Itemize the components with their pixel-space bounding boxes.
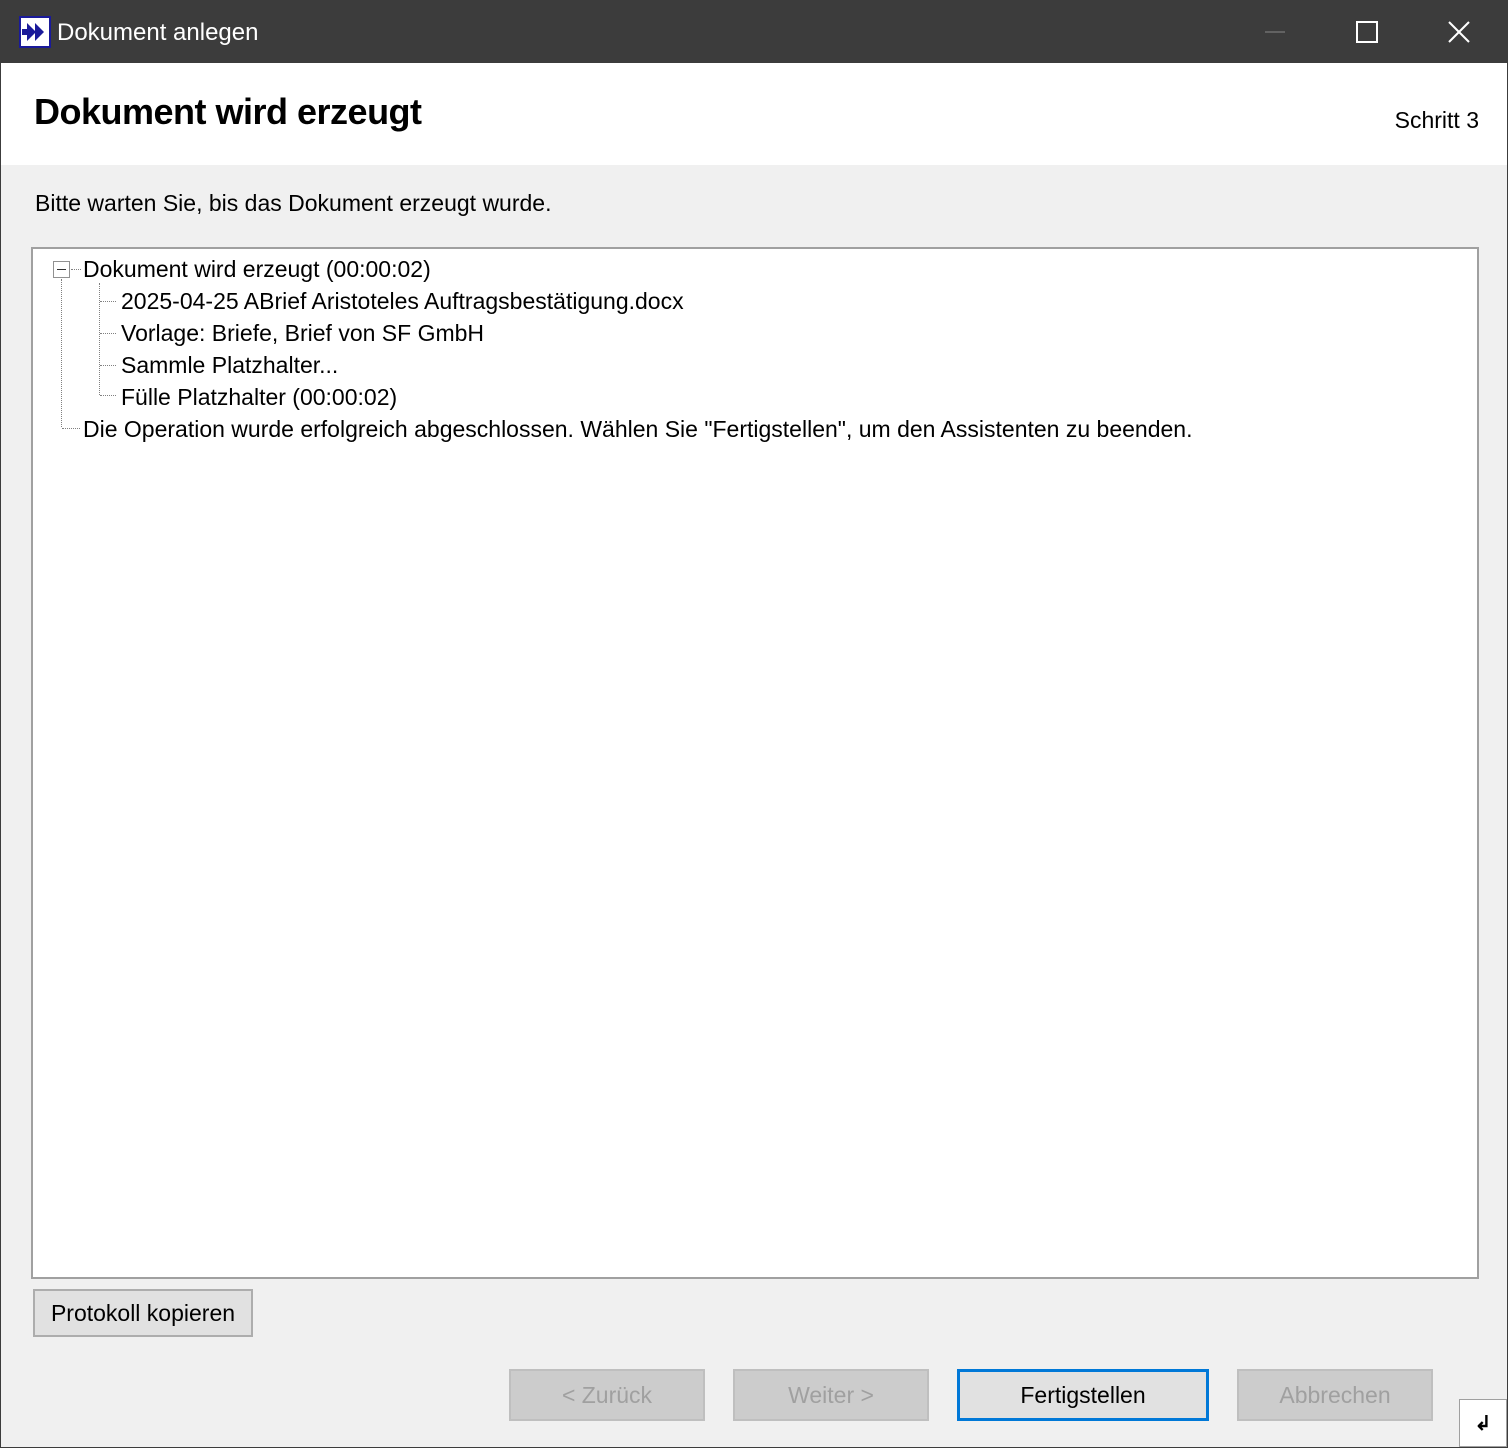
tree-connector — [100, 365, 116, 366]
tree-connector — [71, 269, 81, 270]
tree-node-child[interactable]: Fülle Platzhalter (00:00:02) — [121, 383, 397, 411]
double-arrow-right-icon — [19, 16, 51, 48]
close-icon[interactable] — [1413, 1, 1505, 63]
tree-node-child[interactable]: Sammle Platzhalter... — [121, 351, 338, 379]
next-button[interactable]: Weiter > — [733, 1369, 929, 1421]
tree-node-final-message[interactable]: Die Operation wurde erfolgreich abgeschl… — [83, 415, 1192, 443]
collapse-icon[interactable] — [53, 261, 70, 278]
tree-connector — [62, 428, 80, 429]
cancel-button[interactable]: Abbrechen — [1237, 1369, 1433, 1421]
tree-connector — [100, 333, 116, 334]
step-indicator: Schritt 3 — [1394, 107, 1479, 133]
log-tree[interactable]: Dokument wird erzeugt (00:00:02) 2025-04… — [31, 247, 1479, 1279]
tree-connector — [100, 395, 116, 396]
resize-grip-icon[interactable]: ↲ — [1459, 1399, 1507, 1447]
wizard-header: Dokument wird erzeugt Schritt 3 — [1, 63, 1507, 165]
page-title: Dokument wird erzeugt — [34, 91, 422, 132]
minimize-icon[interactable] — [1229, 1, 1321, 63]
wizard-window: Dokument anlegen Dokument wird erzeugt S… — [0, 0, 1508, 1448]
instruction-text: Bitte warten Sie, bis das Dokument erzeu… — [35, 190, 552, 216]
tree-connector — [61, 279, 62, 427]
maximize-icon[interactable] — [1321, 1, 1413, 63]
finish-button[interactable]: Fertigstellen — [957, 1369, 1209, 1421]
tree-connector — [100, 301, 116, 302]
tree-node-root[interactable]: Dokument wird erzeugt (00:00:02) — [83, 255, 431, 283]
copy-log-button[interactable]: Protokoll kopieren — [33, 1289, 253, 1337]
window-title: Dokument anlegen — [57, 19, 259, 46]
tree-connector — [99, 283, 100, 395]
back-button[interactable]: < Zurück — [509, 1369, 705, 1421]
title-bar[interactable]: Dokument anlegen — [1, 1, 1507, 63]
tree-node-child[interactable]: 2025-04-25 ABrief Aristoteles Auftragsbe… — [121, 287, 684, 315]
tree-node-child[interactable]: Vorlage: Briefe, Brief von SF GmbH — [121, 319, 484, 347]
